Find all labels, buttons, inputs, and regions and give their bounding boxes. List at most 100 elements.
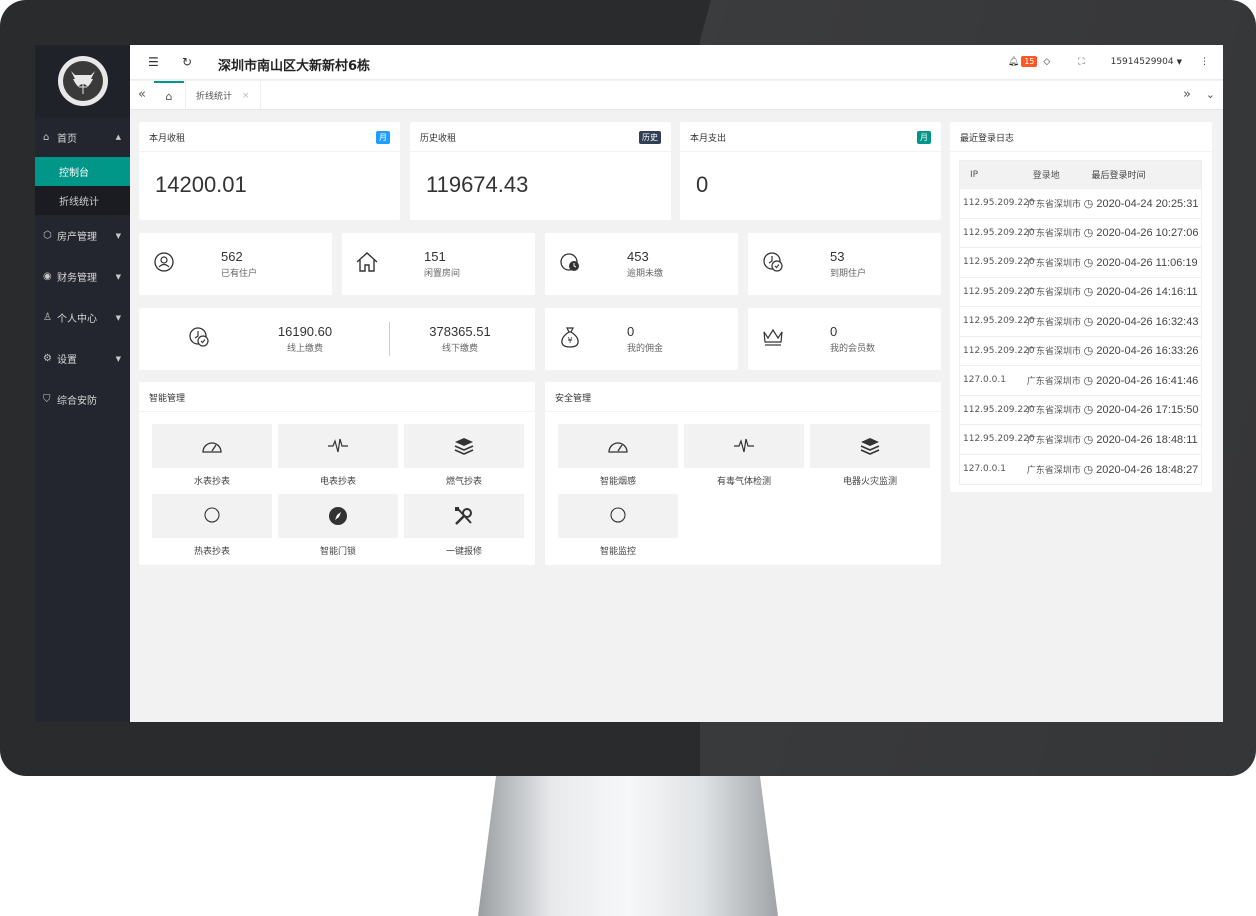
caret-down-icon[interactable]: ▼: [1177, 58, 1182, 66]
tile-water-meter[interactable]: 水表抄表: [152, 424, 272, 487]
table-header-row: IP 登录地 最后登录时间: [960, 161, 1201, 189]
tab-menu-chevron-icon[interactable]: ⌄: [1206, 88, 1215, 101]
close-icon[interactable]: ×: [242, 91, 250, 101]
tile-gas-meter[interactable]: 燃气抄表: [404, 424, 524, 487]
card-header: 历史收租 历史: [410, 122, 671, 152]
tile-repair[interactable]: 一键报修: [404, 494, 524, 557]
cell-location: 广东省深圳市: [1027, 347, 1082, 358]
cell-time: 2020-04-26 16:41:46: [1096, 374, 1199, 387]
gauge-icon: [608, 442, 628, 453]
bulb-icon: [204, 507, 220, 523]
sidebar-subitem-console[interactable]: 控制台: [35, 157, 130, 186]
tools-icon: [455, 507, 472, 525]
monitor-stand: [478, 776, 778, 916]
username[interactable]: 15914529904: [1111, 57, 1174, 67]
tile-electrical-fire[interactable]: 电器火灾监测: [810, 424, 930, 487]
stat-label: 我的佣金: [627, 344, 664, 354]
stat-value: 453: [627, 249, 649, 264]
sidebar-item-finance[interactable]: ◉ 财务管理 ▼: [35, 256, 130, 297]
tile-electric-meter[interactable]: 电表抄表: [278, 424, 398, 487]
menu-collapse-icon[interactable]: ☰: [148, 55, 159, 69]
tab-home[interactable]: ⌂: [154, 81, 184, 110]
sidebar-subitem-line-stats[interactable]: 折线统计: [35, 186, 130, 215]
sidebar-item-security[interactable]: ⛉ 综合安防: [35, 379, 130, 420]
sidebar-item-label: 首页: [57, 133, 77, 145]
login-log-table: IP 登录地 最后登录时间 112.95.209.220 广东省深圳市 ◷ 2020…: [959, 160, 1202, 485]
tab-scroll-right-icon[interactable]: »: [1183, 87, 1191, 102]
home-icon: ⌂: [165, 90, 173, 103]
stat-vacant-rooms[interactable]: 151 闲置房间: [342, 233, 535, 295]
card-history-rent: 历史收租 历史 119674.43: [410, 122, 671, 220]
cell-location: 广东省深圳市: [1026, 376, 1081, 387]
table-row: 112.95.209.220 广东省深圳市 ◷ 2020-04-24 20:25:3…: [960, 189, 1201, 219]
tile-label: 电表抄表: [319, 477, 356, 487]
tile-smart-monitor[interactable]: 智能监控: [558, 494, 678, 557]
stat-label: 逾期未缴: [627, 269, 664, 279]
stat-residents[interactable]: 562 已有住户: [139, 233, 332, 295]
cell-ip: 112.95.209.220: [963, 257, 1035, 268]
header-actions: 🔔︎ 15 ◇ ⛶ 15914529904 ▼ ⋮: [1008, 56, 1209, 67]
app-logo[interactable]: [57, 56, 108, 106]
tile-smart-lock[interactable]: 智能门锁: [278, 494, 398, 557]
stat-members[interactable]: 0 我的会员数: [748, 308, 941, 370]
sidebar-item-profile[interactable]: ♙ 个人中心 ▼: [35, 297, 130, 338]
cell-location: 广东省深圳市: [1027, 317, 1082, 328]
panel-header: 最近登录日志: [950, 122, 1212, 152]
sidebar-item-home[interactable]: ⌂ 首页 ▲: [35, 117, 130, 157]
card-value: 0: [696, 172, 709, 197]
bell-icon[interactable]: 🔔︎: [1008, 57, 1019, 67]
tab-bar: « ⌂ 折线统计 × » ⌄: [130, 81, 1223, 110]
tag-icon[interactable]: ◇: [1043, 57, 1050, 67]
svg-text:¥: ¥: [567, 336, 572, 345]
panel-title: 智能管理: [149, 394, 186, 404]
table-row: 112.95.209.220 广东省深圳市 ◷ 2020-04-26 11:06:1…: [960, 248, 1201, 278]
cell-ip: 127.0.0.1: [963, 464, 1006, 475]
clock-icon: ◷: [1083, 315, 1097, 328]
sidebar: ⌂ 首页 ▲ 控制台 折线统计 ⬡ 房产管理 ▼ ◉ 财务管理 ▼ ♙ 个人中心…: [35, 45, 130, 722]
stat-payments[interactable]: 16190.60 线上缴费 378365.51 线下缴费: [139, 308, 535, 370]
cell-location: 广东省深圳市: [1027, 288, 1082, 299]
cat-logo-icon: [62, 61, 103, 101]
sidebar-item-property[interactable]: ⬡ 房产管理 ▼: [35, 215, 130, 256]
stat-commission[interactable]: ¥ 0 我的佣金: [545, 308, 738, 370]
online-payment-value: 16190.60: [277, 324, 333, 339]
top-header: ☰ ↻ 深圳市南山区大新新村6栋 🔔︎ 15 ◇ ⛶ 15914529904 ▼…: [130, 45, 1223, 80]
tile-label: 燃气抄表: [445, 477, 482, 487]
tile-toxic-gas[interactable]: 有毒气体检测: [684, 424, 804, 487]
caret-down-icon: ▼: [115, 313, 121, 322]
card-monthly-rent: 本月收租 月 14200.01: [139, 122, 400, 220]
cell-time: 2020-04-26 14:16:11: [1096, 286, 1198, 299]
clock-icon: ◷: [1083, 463, 1097, 476]
offline-payment-value: 378365.51: [429, 324, 491, 339]
gear-icon: ⚙: [43, 353, 52, 364]
cell-location: 广东省深圳市: [1027, 435, 1082, 446]
stat-overdue[interactable]: 453 逾期未缴: [545, 233, 738, 295]
sidebar-item-settings[interactable]: ⚙ 设置 ▼: [35, 338, 130, 379]
refresh-icon[interactable]: ↻: [182, 55, 192, 69]
cell-time: 2020-04-26 16:33:26: [1096, 345, 1199, 358]
tile-heat-meter[interactable]: 热表抄表: [152, 494, 272, 557]
table-row: 127.0.0.1 广东省深圳市 ◷ 2020-04-26 18:48:27: [960, 455, 1201, 485]
tile-smoke-sensor[interactable]: 智能烟感: [558, 424, 678, 487]
notification-badge[interactable]: 15: [1021, 56, 1038, 67]
column-header: IP: [970, 169, 979, 180]
table-row: 112.95.209.220 广东省深圳市 ◷ 2020-04-26 10:27:0…: [960, 219, 1201, 248]
fullscreen-icon[interactable]: ⛶: [1078, 57, 1084, 67]
cell-time: 2020-04-26 18:48:27: [1096, 463, 1199, 476]
table-row: 112.95.209.220 广东省深圳市 ◷ 2020-04-26 16:33:2…: [960, 337, 1201, 366]
sidebar-item-label: 设置: [57, 355, 77, 366]
panel-title: 最近登录日志: [960, 134, 1015, 144]
pulse-icon: [328, 438, 348, 453]
stat-label: 闲置房间: [424, 269, 461, 279]
more-vertical-icon[interactable]: ⋮: [1200, 57, 1209, 67]
cell-ip: 112.95.209.220: [963, 316, 1035, 327]
tab-scroll-left-icon[interactable]: «: [138, 87, 146, 102]
stat-expired[interactable]: 53 到期住户: [748, 233, 941, 295]
tab-label: 折线统计: [196, 92, 233, 102]
home-icon: ⌂: [43, 131, 50, 143]
layers-icon: [454, 438, 474, 455]
tile-label: 智能门锁: [319, 547, 356, 557]
tab-line-stats[interactable]: 折线统计 ×: [185, 81, 261, 110]
bulb-icon: [610, 507, 626, 523]
sidebar-subitem-label: 折线统计: [59, 197, 99, 208]
